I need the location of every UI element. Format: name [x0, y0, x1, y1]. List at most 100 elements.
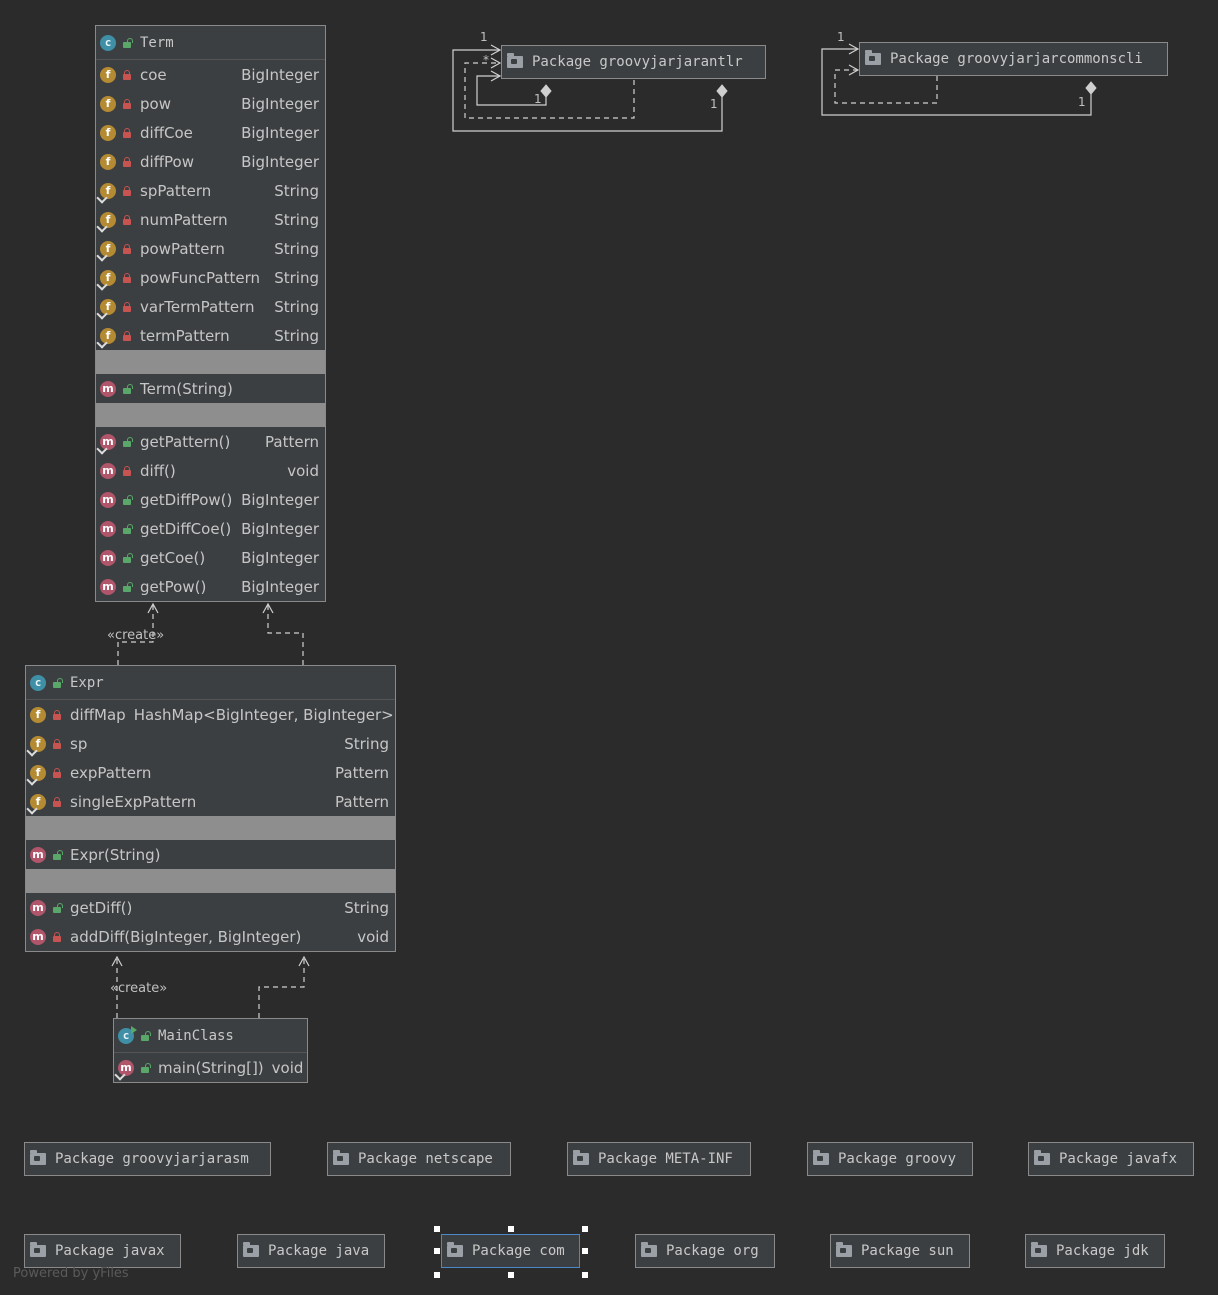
member-type: String	[274, 297, 319, 316]
method-icon: m	[100, 433, 116, 450]
field-row[interactable]: f diffCoe BigInteger	[96, 118, 325, 147]
class-header: c Term	[96, 26, 325, 60]
member-type: String	[344, 898, 389, 917]
unlock-icon	[122, 37, 133, 48]
method-icon: m	[30, 928, 46, 945]
member-type: void	[271, 1058, 304, 1077]
lock-icon	[52, 931, 62, 942]
method-icon: m	[100, 380, 116, 397]
package-label: Package sun	[861, 1243, 954, 1259]
method-row[interactable]: m getDiffCoe() BigInteger	[96, 514, 325, 543]
field-row[interactable]: f diffMap HashMap<BigInteger, BigInteger>	[26, 700, 395, 729]
package-label: Package groovyjarjarcommonscli	[890, 51, 1143, 67]
member-type: BigInteger	[241, 65, 319, 84]
selection-handle[interactable]	[582, 1272, 588, 1278]
class-name: MainClass	[158, 1027, 234, 1044]
folder-icon	[333, 1150, 349, 1165]
constructor-row[interactable]: m Term(String)	[96, 374, 325, 403]
selection-handle[interactable]	[508, 1226, 514, 1232]
method-row[interactable]: m addDiff(BigInteger, BigInteger) void	[26, 922, 395, 951]
package-org[interactable]: Package org	[635, 1234, 775, 1268]
fields-section: f coe BigInteger f pow BigInteger f diffCoe BigI…	[96, 60, 325, 350]
package-groovyjarjarcommonscli[interactable]: Package groovyjarjarcommonscli	[859, 42, 1168, 76]
create-label: «create»	[107, 628, 165, 643]
field-row[interactable]: f singleExpPattern Pattern	[26, 787, 395, 816]
unlock-icon	[122, 581, 133, 592]
folder-icon	[573, 1150, 589, 1165]
selection-handle[interactable]	[434, 1226, 440, 1232]
multiplicity-label: 1	[837, 30, 845, 44]
field-row[interactable]: f expPattern Pattern	[26, 758, 395, 787]
field-row[interactable]: f powPattern String	[96, 234, 325, 263]
lock-icon	[52, 796, 62, 807]
method-row[interactable]: m getPattern() Pattern	[96, 427, 325, 456]
method-row[interactable]: m getPow() BigInteger	[96, 572, 325, 601]
member-name: getDiffCoe()	[140, 519, 232, 538]
field-row[interactable]: f numPattern String	[96, 205, 325, 234]
selection-handle[interactable]	[434, 1248, 440, 1254]
multiplicity-label: 1	[710, 97, 718, 111]
package-sun[interactable]: Package sun	[830, 1234, 970, 1268]
method-icon: m	[100, 491, 116, 508]
lock-icon	[52, 738, 62, 749]
unlock-icon	[52, 849, 63, 860]
field-row[interactable]: f spPattern String	[96, 176, 325, 205]
field-row[interactable]: f diffPow BigInteger	[96, 147, 325, 176]
selection-handle[interactable]	[508, 1272, 514, 1278]
package-netscape[interactable]: Package netscape	[327, 1142, 511, 1176]
method-icon: m	[100, 549, 116, 566]
method-row[interactable]: m diff() void	[96, 456, 325, 485]
class-expr[interactable]: c Expr f diffMap HashMap<BigInteger, BigIn…	[25, 665, 396, 952]
unlock-icon	[122, 436, 133, 447]
field-row[interactable]: f varTermPattern String	[96, 292, 325, 321]
member-type: Pattern	[265, 432, 319, 451]
methods-section: m getDiff() String m addDiff(BigInteger, Big…	[26, 893, 395, 951]
field-row[interactable]: f sp String	[26, 729, 395, 758]
package-label: Package netscape	[358, 1151, 493, 1167]
constructor-row[interactable]: m Expr(String)	[26, 840, 395, 869]
field-row[interactable]: f coe BigInteger	[96, 60, 325, 89]
class-mainclass[interactable]: c MainClass m main(String[]) void	[113, 1018, 308, 1083]
field-row[interactable]: f powFuncPattern String	[96, 263, 325, 292]
member-name: diffPow	[140, 152, 194, 171]
member-type: void	[287, 461, 319, 480]
member-name: singleExpPattern	[70, 792, 197, 811]
unlock-icon	[52, 902, 63, 913]
package-label: Package groovy	[838, 1151, 957, 1167]
folder-icon	[641, 1242, 657, 1257]
selection-handle[interactable]	[582, 1226, 588, 1232]
method-row[interactable]: m main(String[]) void	[114, 1053, 307, 1082]
field-icon: f	[100, 153, 116, 170]
member-type: String	[274, 326, 319, 345]
method-icon: m	[100, 462, 116, 479]
field-row[interactable]: f termPattern String	[96, 321, 325, 350]
package-groovyjarjarasm[interactable]: Package groovyjarjarasm	[24, 1142, 271, 1176]
selection-handle[interactable]	[434, 1272, 440, 1278]
class-term[interactable]: c Term f coe BigInteger f pow BigInteger f diff…	[95, 25, 326, 602]
member-name: getCoe()	[140, 548, 206, 567]
section-separator	[26, 816, 395, 840]
package-groovyjarjarantlr[interactable]: Package groovyjarjarantlr	[501, 45, 766, 79]
method-row[interactable]: m getDiff() String	[26, 893, 395, 922]
package-java[interactable]: Package java	[237, 1234, 385, 1268]
method-row[interactable]: m getCoe() BigInteger	[96, 543, 325, 572]
package-com[interactable]: Package com	[441, 1234, 580, 1268]
field-row[interactable]: f pow BigInteger	[96, 89, 325, 118]
folder-icon	[447, 1242, 463, 1257]
member-type: BigInteger	[241, 519, 319, 538]
package-javax[interactable]: Package javax	[24, 1234, 181, 1268]
unlock-icon	[122, 523, 133, 534]
package-groovy[interactable]: Package groovy	[807, 1142, 973, 1176]
selection-handle[interactable]	[582, 1248, 588, 1254]
package-jdk[interactable]: Package jdk	[1025, 1234, 1165, 1268]
field-icon: f	[30, 706, 46, 723]
method-row[interactable]: m getDiffPow() BigInteger	[96, 485, 325, 514]
class-header: c Expr	[26, 666, 395, 700]
member-type: BigInteger	[241, 577, 319, 596]
member-type: String	[274, 181, 319, 200]
member-type: BigInteger	[241, 490, 319, 509]
package-javafx[interactable]: Package javafx	[1028, 1142, 1194, 1176]
package-meta-inf[interactable]: Package META-INF	[567, 1142, 751, 1176]
section-separator	[96, 350, 325, 374]
member-name: getDiffPow()	[140, 490, 233, 509]
